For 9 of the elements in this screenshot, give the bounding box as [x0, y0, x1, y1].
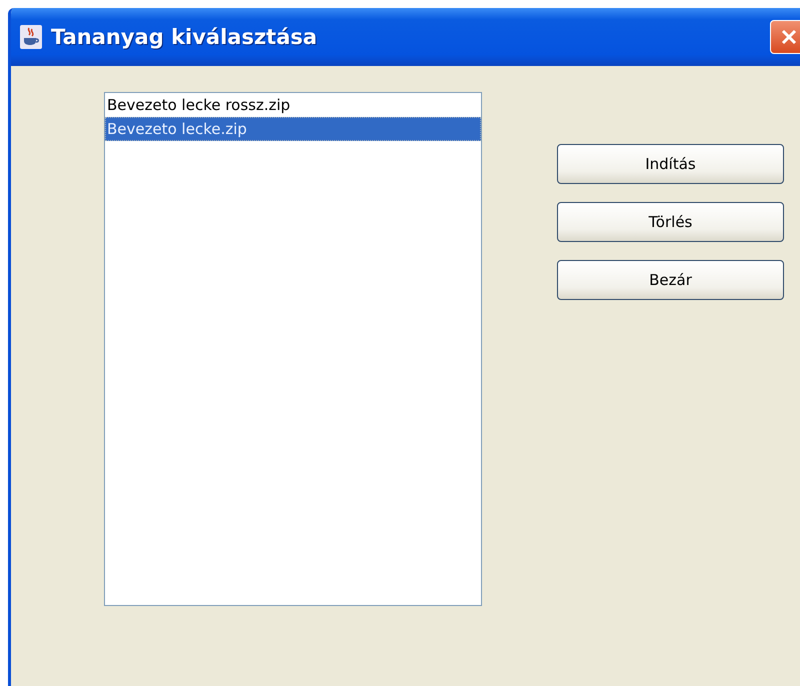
dialog-button[interactable]: Bezár — [557, 260, 784, 300]
dialog-button[interactable]: Indítás — [557, 144, 784, 184]
coffee-cup-icon — [20, 25, 42, 49]
window-title: Tananyag kiválasztása — [51, 25, 318, 49]
dialog-button[interactable]: Törlés — [557, 202, 784, 242]
list-item[interactable]: Bevezeto lecke.zip — [105, 117, 481, 141]
list-item[interactable]: Bevezeto lecke rossz.zip — [105, 93, 481, 117]
close-icon — [779, 27, 799, 47]
close-button[interactable] — [770, 20, 800, 54]
